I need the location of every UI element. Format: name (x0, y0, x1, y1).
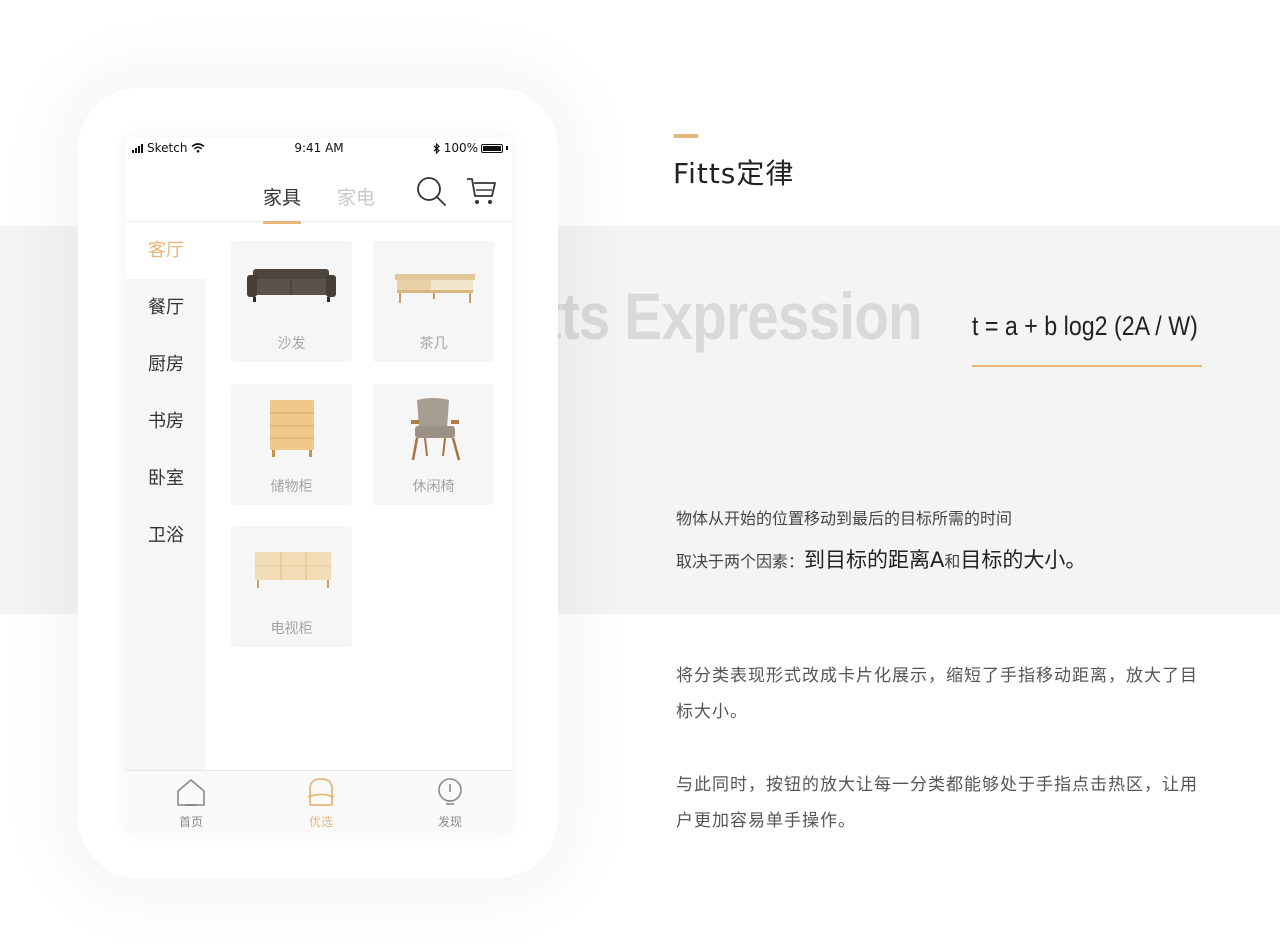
bottom-tab-bar: 首页 优选 发现 (126, 770, 512, 831)
tab-discover[interactable]: 发现 (410, 775, 490, 829)
watermark-text: Fitts Expression (494, 279, 923, 353)
sidebar-item-study[interactable]: 书房 (126, 393, 206, 450)
factors-end: 。 (1065, 548, 1087, 572)
sidebar-item-living-room[interactable]: 客厅 (126, 222, 206, 279)
product-card-coffee-table[interactable]: 茶几 (373, 241, 494, 362)
factors-prefix: 取决于两个因素： (676, 552, 805, 571)
product-label: 电视柜 (270, 621, 313, 637)
tv-cabinet-image (255, 552, 331, 588)
sofa-icon (307, 778, 335, 806)
product-card-armchair[interactable]: 休闲椅 (373, 384, 494, 505)
battery-icon (481, 143, 503, 153)
cabinet-image (270, 400, 314, 457)
coffee-table-image (395, 274, 475, 303)
cart-icon[interactable] (464, 174, 498, 208)
tab-furniture[interactable]: 家具 (263, 183, 302, 224)
factors-text: 取决于两个因素：到目标的距离A和目标的大小。 (676, 544, 1086, 574)
fitts-formula: t = a + b log2 (2A / W) (972, 311, 1198, 341)
sidebar-item-bedroom[interactable]: 卧室 (126, 450, 206, 507)
armchair-image (411, 398, 461, 461)
sidebar-item-bathroom[interactable]: 卫浴 (126, 507, 206, 564)
phone-mockup: Sketch 9:41 AM 100% 家具 家电 客厅 餐厅 厨房 书房 卧室… (126, 137, 512, 831)
tab-label: 发现 (437, 815, 462, 829)
tab-label: 优选 (308, 815, 333, 829)
top-nav: 家具 家电 (126, 159, 512, 224)
sofa-image (247, 269, 336, 302)
tab-appliances[interactable]: 家电 (337, 183, 375, 210)
search-icon[interactable] (414, 174, 448, 208)
product-card-sofa[interactable]: 沙发 (231, 241, 352, 362)
paragraph-cards: 将分类表现形式改成卡片化展示，缩短了手指移动距离，放大了目标大小。 (676, 666, 1198, 722)
home-icon (177, 779, 205, 806)
product-card-cabinet[interactable]: 储物柜 (231, 384, 352, 505)
factor-distance: 到目标的距离A (804, 548, 945, 572)
battery-percent: 100% (443, 141, 478, 155)
product-label: 沙发 (277, 336, 306, 352)
definition-text: 物体从开始的位置移动到最后的目标所需的时间 (676, 509, 1013, 528)
factors-and: 和 (944, 552, 961, 571)
tab-label: 首页 (178, 815, 203, 829)
sidebar-item-kitchen[interactable]: 厨房 (126, 336, 206, 393)
category-sidebar: 客厅 餐厅 厨房 书房 卧室 卫浴 (126, 222, 206, 770)
product-label: 储物柜 (270, 479, 313, 495)
bluetooth-icon (433, 142, 440, 154)
tab-featured[interactable]: 优选 (281, 775, 361, 829)
product-label: 休闲椅 (412, 479, 455, 495)
paragraph-buttons: 与此同时，按钮的放大让每一分类都能够处于手指点击热区，让用户更加容易单手操作。 (676, 775, 1198, 831)
bulb-icon (438, 778, 462, 805)
product-card-tv-cabinet[interactable]: 电视柜 (231, 526, 352, 647)
product-label: 茶几 (419, 336, 448, 352)
tab-home[interactable]: 首页 (151, 775, 231, 829)
sidebar-item-dining-room[interactable]: 餐厅 (126, 279, 206, 336)
status-bar: Sketch 9:41 AM 100% (126, 137, 512, 159)
slide-heading: Fitts定律 (673, 157, 795, 190)
factor-size: 目标的大小 (960, 548, 1066, 572)
formula-underline (972, 365, 1202, 367)
heading-accent (674, 134, 698, 138)
